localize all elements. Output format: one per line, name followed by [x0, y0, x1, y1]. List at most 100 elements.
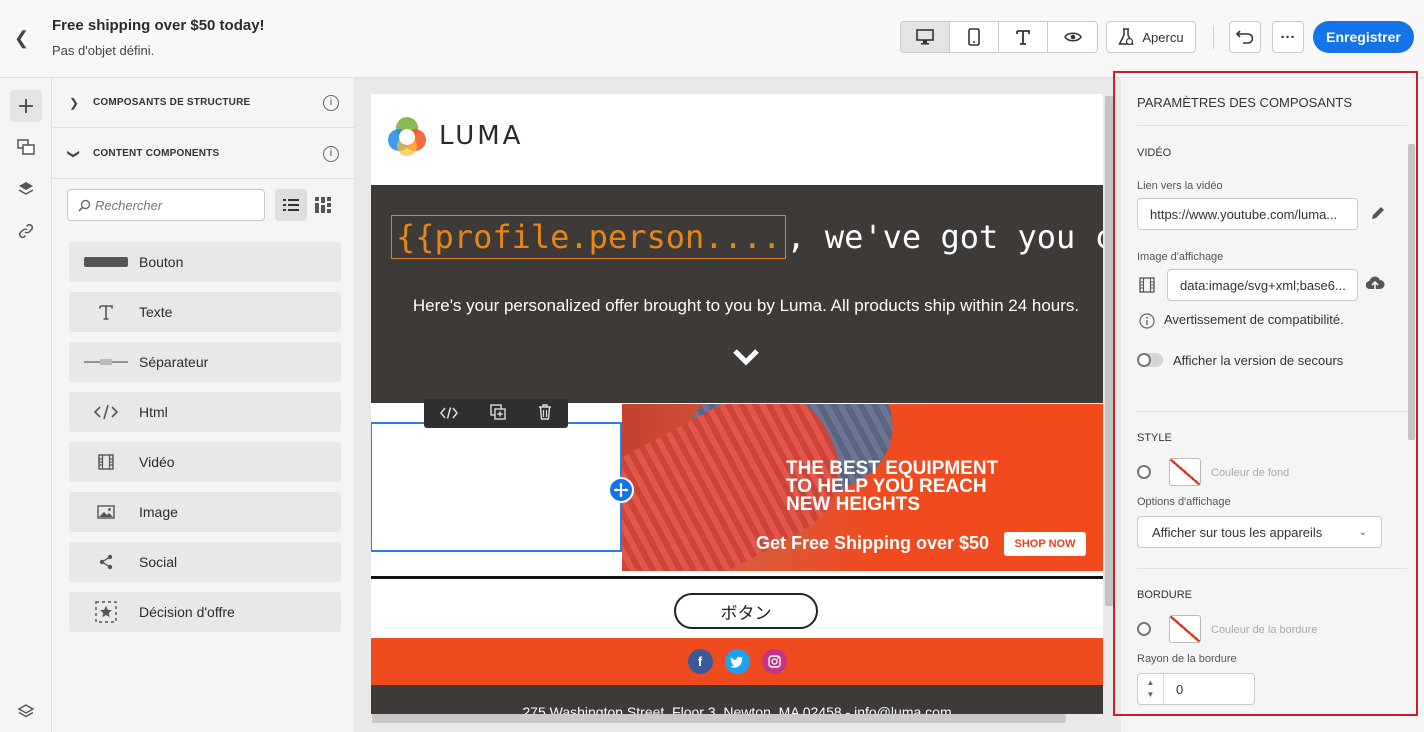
chevron-down-icon: ❯	[67, 148, 82, 159]
scroll-thumb[interactable]	[1105, 96, 1113, 606]
email-footer: 275 Washington Street, Floor 3, Newton, …	[371, 685, 1103, 714]
code-icon	[83, 402, 129, 422]
page-title: Free shipping over $50 today!	[52, 17, 265, 34]
content-section-label: CONTENT COMPONENTS	[93, 148, 220, 159]
apercu-label: Apercu	[1142, 29, 1184, 45]
component-label: Bouton	[139, 254, 184, 270]
component-label: Décision d'offre	[139, 604, 235, 620]
personalization-token[interactable]: {{profile.person....	[391, 215, 787, 259]
layers-settings-icon[interactable]	[10, 695, 42, 727]
component-label: Social	[139, 554, 178, 570]
content-section-header[interactable]: ❯ CONTENT COMPONENTS i	[52, 129, 355, 179]
toolbar-separator	[1213, 25, 1214, 49]
apercu-button[interactable]: Apercu	[1106, 21, 1196, 53]
chevron-down-icon	[733, 343, 759, 374]
left-rail	[0, 78, 52, 732]
divider-icon	[83, 352, 129, 372]
shop-now-button[interactable]: SHOP NOW	[1004, 532, 1086, 556]
trash-icon[interactable]	[538, 404, 552, 423]
grid-icon	[315, 197, 331, 213]
text-mode-icon	[1016, 30, 1030, 45]
banner-shipping-text: Get Free Shipping over $50	[756, 533, 990, 553]
list-view-toggle[interactable]	[275, 189, 307, 221]
component-label: Séparateur	[139, 354, 209, 370]
structure-section-header[interactable]: ❯ COMPOSANTS DE STRUCTURE i	[52, 78, 355, 128]
component-texte[interactable]: Texte	[69, 292, 341, 332]
more-options-button[interactable]: ···	[1272, 21, 1304, 53]
email-divider[interactable]	[371, 576, 1103, 579]
duplicate-icon[interactable]	[490, 404, 506, 423]
add-components-icon[interactable]	[10, 90, 42, 122]
hero-subtext: Here's your personalized offer brought t…	[412, 296, 1080, 315]
email-button[interactable]: ボタン	[674, 593, 818, 629]
hero-section[interactable]: {{profile.person.... , we've got you cov…	[371, 185, 1103, 403]
add-block-icon[interactable]	[608, 477, 634, 503]
link-icon[interactable]	[10, 215, 42, 247]
component-separateur[interactable]: Séparateur	[69, 342, 341, 382]
grid-view-toggle[interactable]	[307, 189, 339, 221]
component-video[interactable]: Vidéo	[69, 442, 341, 482]
email-body: LUMA {{profile.person.... , we've got yo…	[371, 94, 1103, 714]
hero-title: {{profile.person.... , we've got you cov…	[391, 215, 1103, 259]
assets-icon[interactable]	[10, 131, 42, 163]
banner-headline: THE BEST EQUIPMENT TO HELP YOU REACH NEW…	[786, 458, 999, 515]
components-panel: ❯ COMPOSANTS DE STRUCTURE i ❯ CONTENT CO…	[52, 78, 355, 732]
page-subtitle: Pas d'objet défini.	[52, 43, 155, 58]
info-icon[interactable]: i	[323, 94, 339, 111]
component-label: Vidéo	[139, 454, 175, 470]
offer-decision-icon	[83, 601, 129, 623]
save-button[interactable]: Enregistrer	[1313, 21, 1414, 53]
back-arrow-icon[interactable]: ❮	[14, 28, 29, 49]
component-social[interactable]: Social	[69, 542, 341, 582]
social-bar[interactable]: f	[371, 638, 1103, 685]
component-html[interactable]: Html	[69, 392, 341, 432]
desktop-view-button[interactable]	[901, 22, 950, 52]
layers-icon[interactable]	[10, 173, 42, 205]
promo-banner-image[interactable]: THE BEST EQUIPMENT TO HELP YOU REACH NEW…	[622, 404, 1103, 571]
top-bar: ❮ Free shipping over $50 today! Pas d'ob…	[0, 0, 1424, 78]
text-icon	[83, 302, 129, 322]
film-icon	[83, 452, 129, 472]
info-icon[interactable]: i	[323, 145, 339, 162]
list-icon	[283, 199, 299, 211]
instagram-icon[interactable]	[761, 649, 787, 674]
eye-icon	[1063, 32, 1082, 42]
component-label: Image	[139, 504, 178, 520]
undo-button[interactable]	[1229, 21, 1261, 53]
text-view-button[interactable]	[999, 22, 1048, 52]
share-icon	[83, 552, 129, 572]
scroll-thumb[interactable]	[372, 714, 1066, 723]
hero-title-text: , we've got you covered!	[786, 218, 1103, 256]
component-decision-offre[interactable]: Décision d'offre	[69, 592, 341, 632]
structure-section-label: COMPOSANTS DE STRUCTURE	[93, 97, 251, 108]
selected-video-block[interactable]	[371, 422, 622, 552]
image-icon	[83, 502, 129, 522]
component-image[interactable]: Image	[69, 492, 341, 532]
undo-icon	[1236, 30, 1254, 44]
logo-text: LUMA	[439, 121, 524, 151]
facebook-icon[interactable]: f	[687, 649, 713, 674]
search-input[interactable]: Rechercher	[67, 189, 265, 221]
canvas-horizontal-scrollbar[interactable]	[360, 712, 1102, 724]
search-placeholder: Rechercher	[95, 197, 163, 213]
chevron-right-icon: ❯	[69, 95, 80, 110]
button-icon	[83, 252, 129, 272]
component-bouton[interactable]: Bouton	[69, 242, 341, 282]
mobile-icon	[968, 28, 980, 46]
preview-eye-button[interactable]	[1048, 22, 1097, 52]
email-canvas: LUMA {{profile.person.... , we've got yo…	[355, 78, 1121, 732]
flask-icon	[1118, 28, 1135, 46]
component-label: Texte	[139, 304, 173, 320]
two-column-row[interactable]: THE BEST EQUIPMENT TO HELP YOU REACH NEW…	[371, 399, 1103, 571]
desktop-icon	[916, 29, 934, 45]
twitter-icon[interactable]	[724, 649, 750, 674]
highlight-frame	[1113, 71, 1418, 716]
search-icon	[78, 199, 91, 212]
luma-logo-icon	[388, 117, 426, 156]
luma-logo: LUMA	[387, 116, 523, 156]
mobile-view-button[interactable]	[950, 22, 999, 52]
view-mode-group	[900, 21, 1098, 53]
component-label: Html	[139, 404, 168, 420]
code-icon[interactable]	[440, 406, 458, 422]
ellipsis-icon: ···	[1280, 28, 1296, 46]
